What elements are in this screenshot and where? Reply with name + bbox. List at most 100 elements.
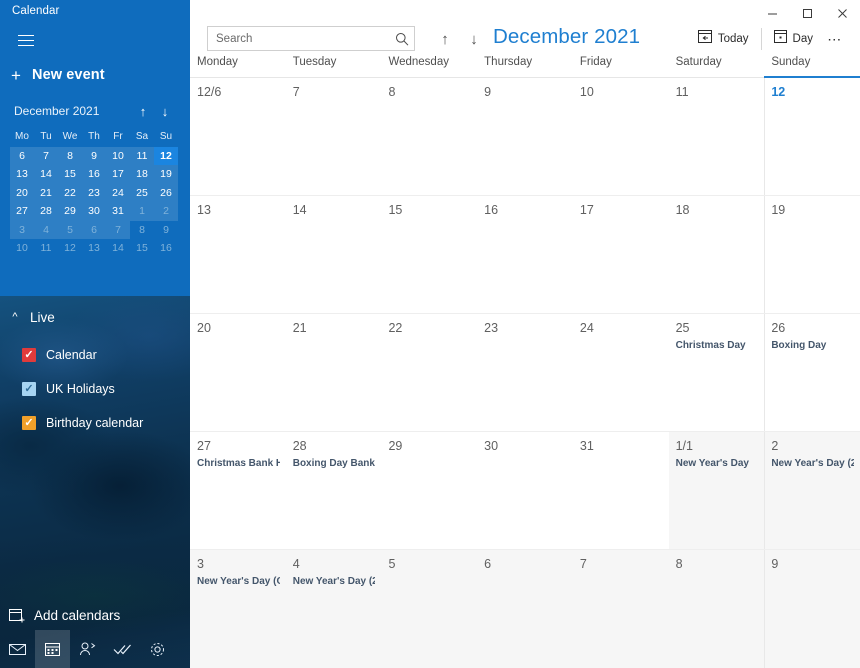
- mini-day-cell[interactable]: 17: [106, 165, 130, 184]
- day-cell[interactable]: 20: [190, 314, 286, 431]
- mini-day-cell[interactable]: 13: [10, 165, 34, 184]
- today-button[interactable]: Today: [691, 26, 756, 52]
- mini-day-cell[interactable]: 11: [34, 239, 58, 258]
- day-cell[interactable]: 22: [381, 314, 477, 431]
- day-cell[interactable]: 4 New Year's Day (2n: [285, 550, 382, 668]
- mini-day-cell[interactable]: 30: [82, 202, 106, 221]
- calendar-event[interactable]: Christmas Day: [676, 340, 759, 351]
- day-cell[interactable]: 19: [764, 196, 860, 313]
- ellipsis-icon[interactable]: ⋯: [820, 26, 850, 52]
- calendar-event[interactable]: New Year's Day: [676, 458, 759, 469]
- mini-day-cell[interactable]: 22: [58, 184, 82, 203]
- calendar-icon[interactable]: [35, 630, 70, 668]
- search-icon[interactable]: [390, 32, 414, 46]
- period-title[interactable]: December 2021: [493, 25, 640, 49]
- day-cell[interactable]: 14: [286, 196, 382, 313]
- day-cell[interactable]: 18: [669, 196, 765, 313]
- calendar-list-item[interactable]: ✓ Birthday calendar: [0, 406, 190, 440]
- calendar-event[interactable]: New Year's Day (2n: [771, 458, 854, 469]
- day-cell[interactable]: 28 Boxing Day Bank H: [286, 432, 382, 549]
- day-cell[interactable]: 30: [477, 432, 573, 549]
- day-cell[interactable]: 31: [573, 432, 669, 549]
- mini-day-cell[interactable]: 8: [58, 147, 82, 166]
- view-switch-button[interactable]: Day: [767, 26, 820, 52]
- day-cell[interactable]: 2 New Year's Day (2n: [764, 432, 860, 549]
- mini-day-cell[interactable]: 29: [58, 202, 82, 221]
- next-period-button[interactable]: ↓: [462, 27, 486, 51]
- minimize-button[interactable]: [755, 0, 790, 26]
- day-cell[interactable]: 9: [477, 78, 573, 195]
- mini-day-cell[interactable]: 23: [82, 184, 106, 203]
- new-event-button[interactable]: + New event: [0, 61, 190, 89]
- mini-day-cell[interactable]: 19: [154, 165, 178, 184]
- people-icon[interactable]: [70, 630, 105, 668]
- mini-day-cell[interactable]: 15: [130, 239, 154, 258]
- day-cell[interactable]: 8: [668, 550, 765, 668]
- close-button[interactable]: [825, 0, 860, 26]
- mini-day-cell[interactable]: 5: [58, 221, 82, 240]
- mini-day-cell[interactable]: 11: [130, 147, 154, 166]
- hamburger-icon[interactable]: [8, 25, 44, 55]
- mini-day-cell[interactable]: 20: [10, 184, 34, 203]
- mini-day-cell[interactable]: 10: [106, 147, 130, 166]
- mini-day-cell[interactable]: 12: [154, 146, 178, 165]
- calendar-checkbox[interactable]: ✓: [22, 348, 36, 362]
- mini-day-cell[interactable]: 13: [82, 239, 106, 258]
- day-cell[interactable]: 17: [573, 196, 669, 313]
- day-cell[interactable]: 26 Boxing Day: [764, 314, 860, 431]
- mini-day-cell[interactable]: 10: [10, 239, 34, 258]
- day-cell[interactable]: 6: [477, 550, 573, 668]
- mini-day-cell[interactable]: 16: [82, 165, 106, 184]
- mini-day-cell[interactable]: 1: [130, 202, 154, 221]
- day-cell[interactable]: 7: [572, 550, 669, 668]
- gear-icon[interactable]: [140, 630, 175, 668]
- calendar-event[interactable]: New Year's Day (2n: [293, 576, 376, 587]
- day-cell[interactable]: 7: [286, 78, 382, 195]
- day-cell[interactable]: 13: [190, 196, 286, 313]
- day-cell[interactable]: 8: [381, 78, 477, 195]
- mini-day-cell[interactable]: 14: [34, 165, 58, 184]
- day-cell[interactable]: 1/1 New Year's Day: [668, 432, 765, 549]
- mini-day-cell[interactable]: 18: [130, 165, 154, 184]
- mini-day-cell[interactable]: 15: [58, 165, 82, 184]
- mini-day-cell[interactable]: 27: [10, 202, 34, 221]
- mini-day-cell[interactable]: 6: [82, 221, 106, 240]
- day-cell[interactable]: 25 Christmas Day: [669, 314, 765, 431]
- mini-day-cell[interactable]: 8: [130, 221, 154, 240]
- mini-day-cell[interactable]: 9: [82, 147, 106, 166]
- calendar-checkbox[interactable]: ✓: [22, 382, 36, 396]
- previous-period-button[interactable]: ↑: [433, 27, 457, 51]
- search-box[interactable]: [207, 26, 415, 51]
- mini-day-cell[interactable]: 4: [34, 221, 58, 240]
- arrow-up-icon[interactable]: ↑: [132, 104, 154, 119]
- calendar-list-item[interactable]: ✓ UK Holidays: [0, 372, 190, 406]
- arrow-down-icon[interactable]: ↓: [154, 104, 176, 119]
- mini-day-cell[interactable]: 6: [10, 147, 34, 166]
- search-input[interactable]: [208, 27, 390, 50]
- mini-day-cell[interactable]: 21: [34, 184, 58, 203]
- day-cell[interactable]: 15: [381, 196, 477, 313]
- mini-day-cell[interactable]: 26: [154, 184, 178, 203]
- mini-day-cell[interactable]: 24: [106, 184, 130, 203]
- calendar-list-item[interactable]: ✓ Calendar: [0, 338, 190, 372]
- mini-day-cell[interactable]: 28: [34, 202, 58, 221]
- day-cell[interactable]: 29: [381, 432, 477, 549]
- mail-icon[interactable]: [0, 630, 35, 668]
- calendar-event[interactable]: Boxing Day Bank H: [293, 458, 376, 469]
- calendar-event[interactable]: Christmas Bank Hol: [197, 458, 280, 469]
- calendar-checkbox[interactable]: ✓: [22, 416, 36, 430]
- mini-day-cell[interactable]: 7: [34, 147, 58, 166]
- day-cell[interactable]: 3 New Year's Day (Ob: [190, 550, 286, 668]
- day-cell[interactable]: 23: [477, 314, 573, 431]
- mini-day-cell[interactable]: 3: [10, 221, 34, 240]
- mini-day-cell[interactable]: 31: [106, 202, 130, 221]
- day-cell[interactable]: 24: [573, 314, 669, 431]
- day-cell[interactable]: 11: [669, 78, 765, 195]
- calendar-event[interactable]: Boxing Day: [771, 340, 854, 351]
- day-cell[interactable]: 10: [573, 78, 669, 195]
- mini-day-cell[interactable]: 12: [58, 239, 82, 258]
- mini-day-cell[interactable]: 2: [154, 202, 178, 221]
- day-cell[interactable]: 27 Christmas Bank Hol: [190, 432, 286, 549]
- add-calendars-button[interactable]: Add calendars: [0, 600, 190, 630]
- maximize-button[interactable]: [790, 0, 825, 26]
